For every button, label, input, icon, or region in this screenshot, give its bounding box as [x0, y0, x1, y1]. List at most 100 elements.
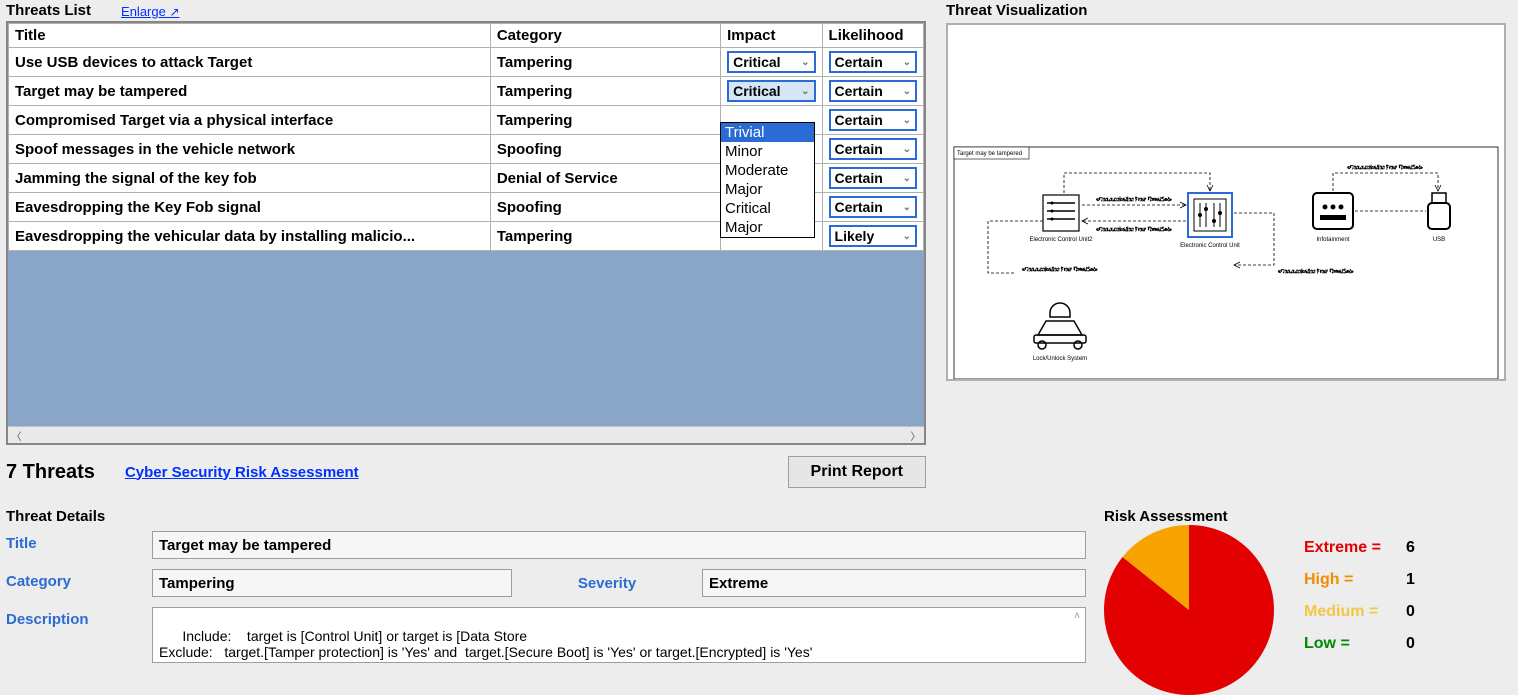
- chevron-down-icon: ⌄: [903, 57, 911, 68]
- col-title[interactable]: Title: [9, 24, 491, 48]
- dropdown-option[interactable]: Moderate: [721, 161, 814, 180]
- field-title[interactable]: Target may be tampered: [152, 531, 1086, 559]
- cell-likelihood[interactable]: Certain⌄: [822, 48, 923, 77]
- threat-details-panel: Threat Details Title Target may be tampe…: [6, 508, 1086, 663]
- scroll-left-arrow[interactable]: 〈: [8, 427, 25, 444]
- cell-impact[interactable]: Critical⌄: [721, 48, 822, 77]
- dropdown-option[interactable]: Major: [721, 218, 814, 237]
- cell-title[interactable]: Eavesdropping the vehicular data by inst…: [9, 222, 491, 251]
- print-report-button[interactable]: Print Report: [788, 456, 926, 488]
- impact-combo[interactable]: Critical⌄: [727, 51, 815, 73]
- cell-category[interactable]: Tampering: [490, 77, 720, 106]
- table-row[interactable]: Target may be tamperedTampering Critical⌄…: [9, 77, 924, 106]
- node-ecu2: Electronic Control Unit2: [1029, 195, 1093, 243]
- svg-text:«Communication Flow ThreatSet»: «Communication Flow ThreatSet»: [1278, 269, 1354, 275]
- impact-combo[interactable]: Critical⌄: [727, 80, 815, 102]
- cell-title[interactable]: Spoof messages in the vehicle network: [9, 135, 491, 164]
- legend-extreme-value: 6: [1391, 539, 1415, 557]
- svg-text:«Communication Flow ThreatSet»: «Communication Flow ThreatSet»: [1096, 197, 1172, 203]
- chevron-down-icon: ⌄: [903, 202, 911, 213]
- chevron-down-icon: ⌄: [903, 115, 911, 126]
- likelihood-combo[interactable]: Certain⌄: [829, 51, 917, 73]
- chevron-down-icon: ⌄: [903, 173, 911, 184]
- cell-title[interactable]: Use USB devices to attack Target: [9, 48, 491, 77]
- svg-text:Electronic Control Unit: Electronic Control Unit: [1180, 243, 1240, 249]
- cell-likelihood[interactable]: Certain⌄: [822, 164, 923, 193]
- legend-low-value: 0: [1391, 635, 1415, 653]
- likelihood-combo[interactable]: Certain⌄: [829, 138, 917, 160]
- col-category[interactable]: Category: [490, 24, 720, 48]
- chevron-down-icon: ⌄: [801, 86, 809, 97]
- threats-list-title: Threats List: [6, 2, 91, 19]
- legend-medium-value: 0: [1391, 603, 1415, 621]
- enlarge-icon: ↗: [169, 5, 179, 19]
- field-description[interactable]: Include: target is [Control Unit] or tar…: [152, 607, 1086, 663]
- description-scroll-up-icon[interactable]: ʌ: [1069, 610, 1085, 621]
- cyber-assessment-link[interactable]: Cyber Security Risk Assessment: [125, 464, 359, 481]
- cell-title[interactable]: Jamming the signal of the key fob: [9, 164, 491, 193]
- svg-text:Electronic Control Unit2: Electronic Control Unit2: [1029, 237, 1093, 243]
- node-lock: Lock/Unlock System: [1033, 303, 1087, 362]
- cell-impact[interactable]: Critical⌄: [721, 77, 822, 106]
- legend-low-label: Low =: [1304, 635, 1381, 653]
- likelihood-combo[interactable]: Likely⌄: [829, 225, 917, 247]
- table-row[interactable]: Use USB devices to attack TargetTamperin…: [9, 48, 924, 77]
- cell-category[interactable]: Tampering: [490, 222, 720, 251]
- risk-legend: Extreme = 6 High = 1 Medium = 0 Low = 0: [1304, 539, 1415, 653]
- threat-visualization-panel: Threat Visualization Target may be tampe…: [946, 2, 1506, 381]
- node-infotainment: Infotainment: [1313, 193, 1353, 243]
- scroll-right-arrow[interactable]: 〉: [907, 427, 924, 444]
- col-impact[interactable]: Impact: [721, 24, 822, 48]
- threat-count-label: 7 Threats: [6, 461, 95, 484]
- likelihood-combo[interactable]: Certain⌄: [829, 109, 917, 131]
- dropdown-option[interactable]: Major: [721, 180, 814, 199]
- cell-category[interactable]: Denial of Service: [490, 164, 720, 193]
- dropdown-option[interactable]: Trivial: [721, 123, 814, 142]
- likelihood-combo[interactable]: Certain⌄: [829, 80, 917, 102]
- chevron-down-icon: ⌄: [903, 86, 911, 97]
- legend-high-value: 1: [1391, 571, 1415, 589]
- svg-text:«Communication Flow ThreatSet»: «Communication Flow ThreatSet»: [1347, 165, 1423, 171]
- visualization-canvas[interactable]: Target may be tampered Electronic Contro…: [946, 23, 1506, 381]
- svg-text:Lock/Unlock System: Lock/Unlock System: [1033, 356, 1087, 362]
- enlarge-link[interactable]: Enlarge ↗: [121, 4, 180, 19]
- horizontal-scrollbar[interactable]: 〈 〉: [8, 426, 924, 443]
- cell-category[interactable]: Tampering: [490, 48, 720, 77]
- likelihood-combo[interactable]: Certain⌄: [829, 167, 917, 189]
- legend-high-label: High =: [1304, 571, 1381, 589]
- cell-title[interactable]: Compromised Target via a physical interf…: [9, 106, 491, 135]
- cell-category[interactable]: Tampering: [490, 106, 720, 135]
- risk-pie-chart: [1104, 525, 1274, 695]
- threats-list-panel: Threats List Enlarge ↗ Title Category Im…: [6, 2, 926, 489]
- field-severity[interactable]: Extreme: [702, 569, 1086, 597]
- node-usb: USB: [1428, 193, 1450, 243]
- cell-category[interactable]: Spoofing: [490, 135, 720, 164]
- svg-text:«Communication Flow ThreatSet»: «Communication Flow ThreatSet»: [1096, 227, 1172, 233]
- node-ecu: Electronic Control Unit: [1180, 193, 1240, 249]
- cell-likelihood[interactable]: Likely⌄: [822, 222, 923, 251]
- cell-category[interactable]: Spoofing: [490, 193, 720, 222]
- svg-text:Target may be tampered: Target may be tampered: [957, 151, 1022, 157]
- label-description: Description: [6, 607, 136, 663]
- label-severity: Severity: [552, 575, 662, 592]
- field-category[interactable]: Tampering: [152, 569, 512, 597]
- cell-likelihood[interactable]: Certain⌄: [822, 135, 923, 164]
- likelihood-combo[interactable]: Certain⌄: [829, 196, 917, 218]
- impact-dropdown[interactable]: TrivialMinorModerateMajorCriticalMajor: [720, 122, 815, 238]
- dropdown-option[interactable]: Minor: [721, 142, 814, 161]
- svg-text:Infotainment: Infotainment: [1316, 237, 1349, 243]
- cell-title[interactable]: Eavesdropping the Key Fob signal: [9, 193, 491, 222]
- risk-assessment-panel: Risk Assessment Extreme = 6 High = 1 Med…: [1104, 508, 1508, 695]
- svg-text:«Communication Flow ThreatSet»: «Communication Flow ThreatSet»: [1022, 267, 1098, 273]
- chevron-down-icon: ⌄: [801, 57, 809, 68]
- table-header-row: Title Category Impact Likelihood: [9, 24, 924, 48]
- cell-likelihood[interactable]: Certain⌄: [822, 193, 923, 222]
- threats-table-frame: Title Category Impact Likelihood Use USB…: [6, 21, 926, 445]
- col-likelihood[interactable]: Likelihood: [822, 24, 923, 48]
- cell-likelihood[interactable]: Certain⌄: [822, 77, 923, 106]
- svg-text:USB: USB: [1433, 237, 1445, 243]
- cell-likelihood[interactable]: Certain⌄: [822, 106, 923, 135]
- dropdown-option[interactable]: Critical: [721, 199, 814, 218]
- cell-title[interactable]: Target may be tampered: [9, 77, 491, 106]
- label-category: Category: [6, 569, 136, 597]
